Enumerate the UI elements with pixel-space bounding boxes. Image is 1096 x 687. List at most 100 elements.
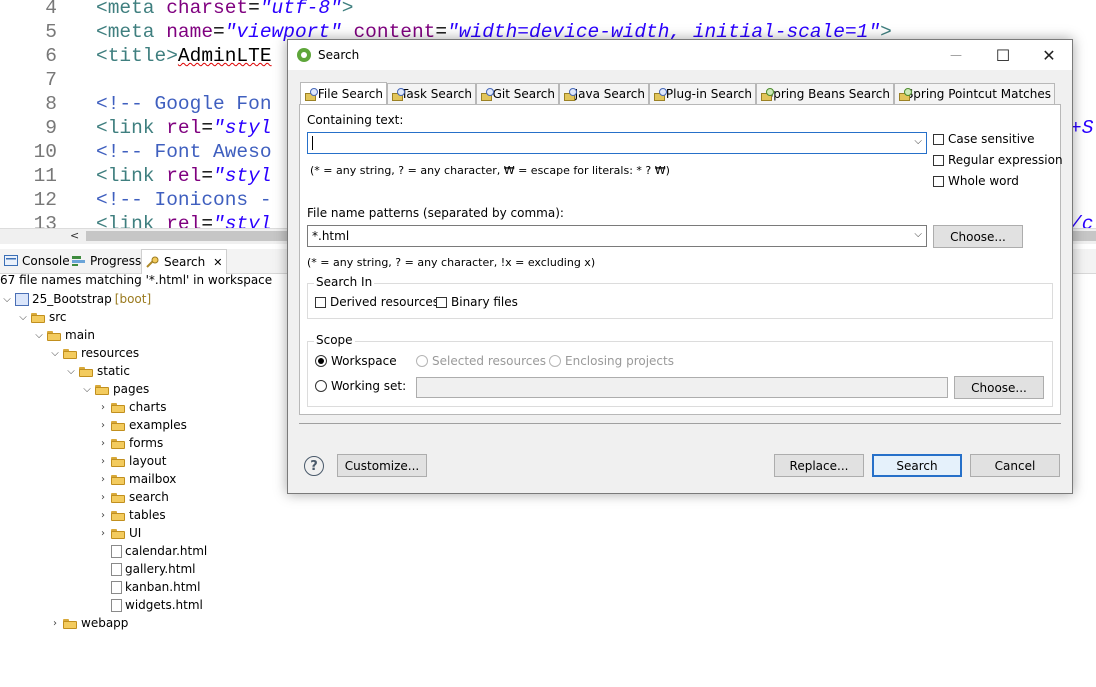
chevron-down-icon[interactable]: ⌵ <box>914 229 922 240</box>
html-file-icon <box>111 544 122 558</box>
replace-button[interactable]: Replace... <box>774 454 864 477</box>
tree-item[interactable]: › examples <box>98 416 187 434</box>
tab-search[interactable]: Search ✕ <box>141 249 228 274</box>
tree-item-label: widgets.html <box>125 598 203 612</box>
tree-item[interactable]: › forms <box>98 434 163 452</box>
search-tab-spring-beans-search[interactable]: Spring Beans Search <box>756 83 894 104</box>
checkbox-box[interactable] <box>933 133 944 145</box>
tree-item[interactable]: ⌵ 25_Bootstrap [boot] <box>2 290 151 308</box>
search-tab-plug-in-search[interactable]: Plug-in Search <box>649 83 756 104</box>
code-token: <link <box>96 213 167 228</box>
enclosing-projects-radio: Enclosing projects <box>549 354 674 368</box>
chevron-down-icon[interactable]: ⌵ <box>34 330 44 341</box>
search-type-icon <box>898 87 912 101</box>
code-token: <!-- Ionicons - <box>96 189 272 211</box>
tree-item[interactable]: ⌵ static <box>66 362 130 380</box>
search-tab-java-search[interactable]: Java Search <box>559 83 649 104</box>
code-token: <meta <box>96 21 167 43</box>
tree-item[interactable]: › layout <box>98 452 166 470</box>
tree-item[interactable]: › search <box>98 488 169 506</box>
case-sensitive-checkbox[interactable]: Case sensitive <box>933 132 1035 146</box>
tree-item-label: forms <box>129 436 164 450</box>
search-tab-label: Plug-in Search <box>665 87 752 101</box>
file-patterns-input[interactable]: *.html ⌵ <box>307 225 927 247</box>
tree-item[interactable]: › webapp <box>50 614 128 632</box>
checkbox-box[interactable] <box>315 296 326 308</box>
tab-console[interactable]: Console <box>0 249 74 273</box>
chevron-right-icon[interactable]: › <box>98 492 108 503</box>
search-tab-label: File Search <box>317 87 383 101</box>
tree-item[interactable]: gallery.html <box>98 560 196 578</box>
dialog-separator <box>299 423 1061 424</box>
tree-item[interactable]: › tables <box>98 506 166 524</box>
scroll-left-icon[interactable]: < <box>70 229 79 242</box>
containing-text-label: Containing text: <box>307 113 404 127</box>
chevron-down-icon[interactable]: ⌵ <box>50 348 60 359</box>
tree-item[interactable]: ⌵ resources <box>50 344 139 362</box>
help-icon[interactable]: ? <box>304 456 324 476</box>
tree-item-label: kanban.html <box>125 580 201 594</box>
tree-item[interactable]: ⌵ main <box>34 326 95 344</box>
chevron-down-icon[interactable]: ⌵ <box>914 136 922 147</box>
tree-item[interactable]: ⌵ pages <box>82 380 149 398</box>
chevron-down-icon[interactable]: ⌵ <box>66 366 76 377</box>
choose-working-set-button[interactable]: Choose... <box>954 376 1044 399</box>
choose-patterns-button[interactable]: Choose... <box>933 225 1023 248</box>
workspace-radio[interactable]: Workspace <box>315 354 397 368</box>
customize-button[interactable]: Customize... <box>337 454 427 477</box>
containing-text-input[interactable]: ⌵ <box>307 132 927 154</box>
close-tab-icon[interactable]: ✕ <box>213 256 222 269</box>
code-token: "utf-8" <box>259 0 342 19</box>
folder-icon <box>111 420 126 431</box>
search-tab-file-search[interactable]: File Search <box>300 82 387 105</box>
tree-item[interactable]: › mailbox <box>98 470 176 488</box>
chevron-down-icon[interactable]: ⌵ <box>2 294 12 305</box>
search-type-icon <box>653 87 667 101</box>
chevron-down-icon[interactable]: ⌵ <box>82 384 92 395</box>
console-icon <box>4 255 18 266</box>
code-text: <meta charset="utf-8"> <box>96 0 353 20</box>
chevron-right-icon[interactable]: › <box>50 618 60 629</box>
maximize-button[interactable]: ☐ <box>980 40 1026 70</box>
tree-item-label: 25_Bootstrap <box>32 292 112 306</box>
tree-item[interactable]: › UI <box>98 524 141 542</box>
whole-word-checkbox[interactable]: Whole word <box>933 174 1019 188</box>
chevron-right-icon[interactable]: › <box>98 474 108 485</box>
chevron-down-icon[interactable]: ⌵ <box>18 312 28 323</box>
radio-selected[interactable] <box>315 355 327 367</box>
search-tab-task-search[interactable]: Task Search <box>387 83 476 104</box>
search-tab-git-search[interactable]: Git Search <box>476 83 559 104</box>
line-number: 10 <box>33 141 57 163</box>
cancel-button[interactable]: Cancel <box>970 454 1060 477</box>
checkbox-box[interactable] <box>436 296 447 308</box>
code-token: <link <box>96 165 167 187</box>
checkbox-box[interactable] <box>933 154 944 166</box>
binary-files-checkbox[interactable]: Binary files <box>436 295 518 309</box>
radio-unselected[interactable] <box>315 380 327 392</box>
minimize-button[interactable]: — <box>933 40 979 70</box>
chevron-right-icon[interactable]: › <box>98 402 108 413</box>
chevron-right-icon[interactable]: › <box>98 510 108 521</box>
chevron-right-icon[interactable]: › <box>98 456 108 467</box>
chevron-right-icon[interactable]: › <box>98 438 108 449</box>
tree-item[interactable]: › charts <box>98 398 166 416</box>
tree-item-label: UI <box>129 526 142 540</box>
code-token: = <box>201 165 214 187</box>
tab-progress[interactable]: Progress <box>68 249 145 273</box>
chevron-right-icon[interactable]: › <box>98 528 108 539</box>
close-button[interactable]: ✕ <box>1026 40 1072 70</box>
chevron-right-icon[interactable]: › <box>98 420 108 431</box>
checkbox-box[interactable] <box>933 175 944 187</box>
search-tab-spring-pointcut-matches[interactable]: Spring Pointcut Matches <box>894 83 1055 104</box>
regular-expression-checkbox[interactable]: Regular expression <box>933 153 1063 167</box>
tree-item[interactable]: calendar.html <box>98 542 207 560</box>
dialog-titlebar[interactable]: Search — ☐ ✕ <box>288 40 1072 70</box>
derived-resources-checkbox[interactable]: Derived resources <box>315 295 439 309</box>
tree-item[interactable]: ⌵ src <box>18 308 66 326</box>
search-button[interactable]: Search <box>872 454 962 477</box>
tree-item[interactable]: kanban.html <box>98 578 200 596</box>
working-set-field <box>416 377 948 398</box>
working-set-radio[interactable]: Working set: <box>315 379 406 393</box>
tree-item-label: tables <box>129 508 166 522</box>
tree-item[interactable]: widgets.html <box>98 596 203 614</box>
